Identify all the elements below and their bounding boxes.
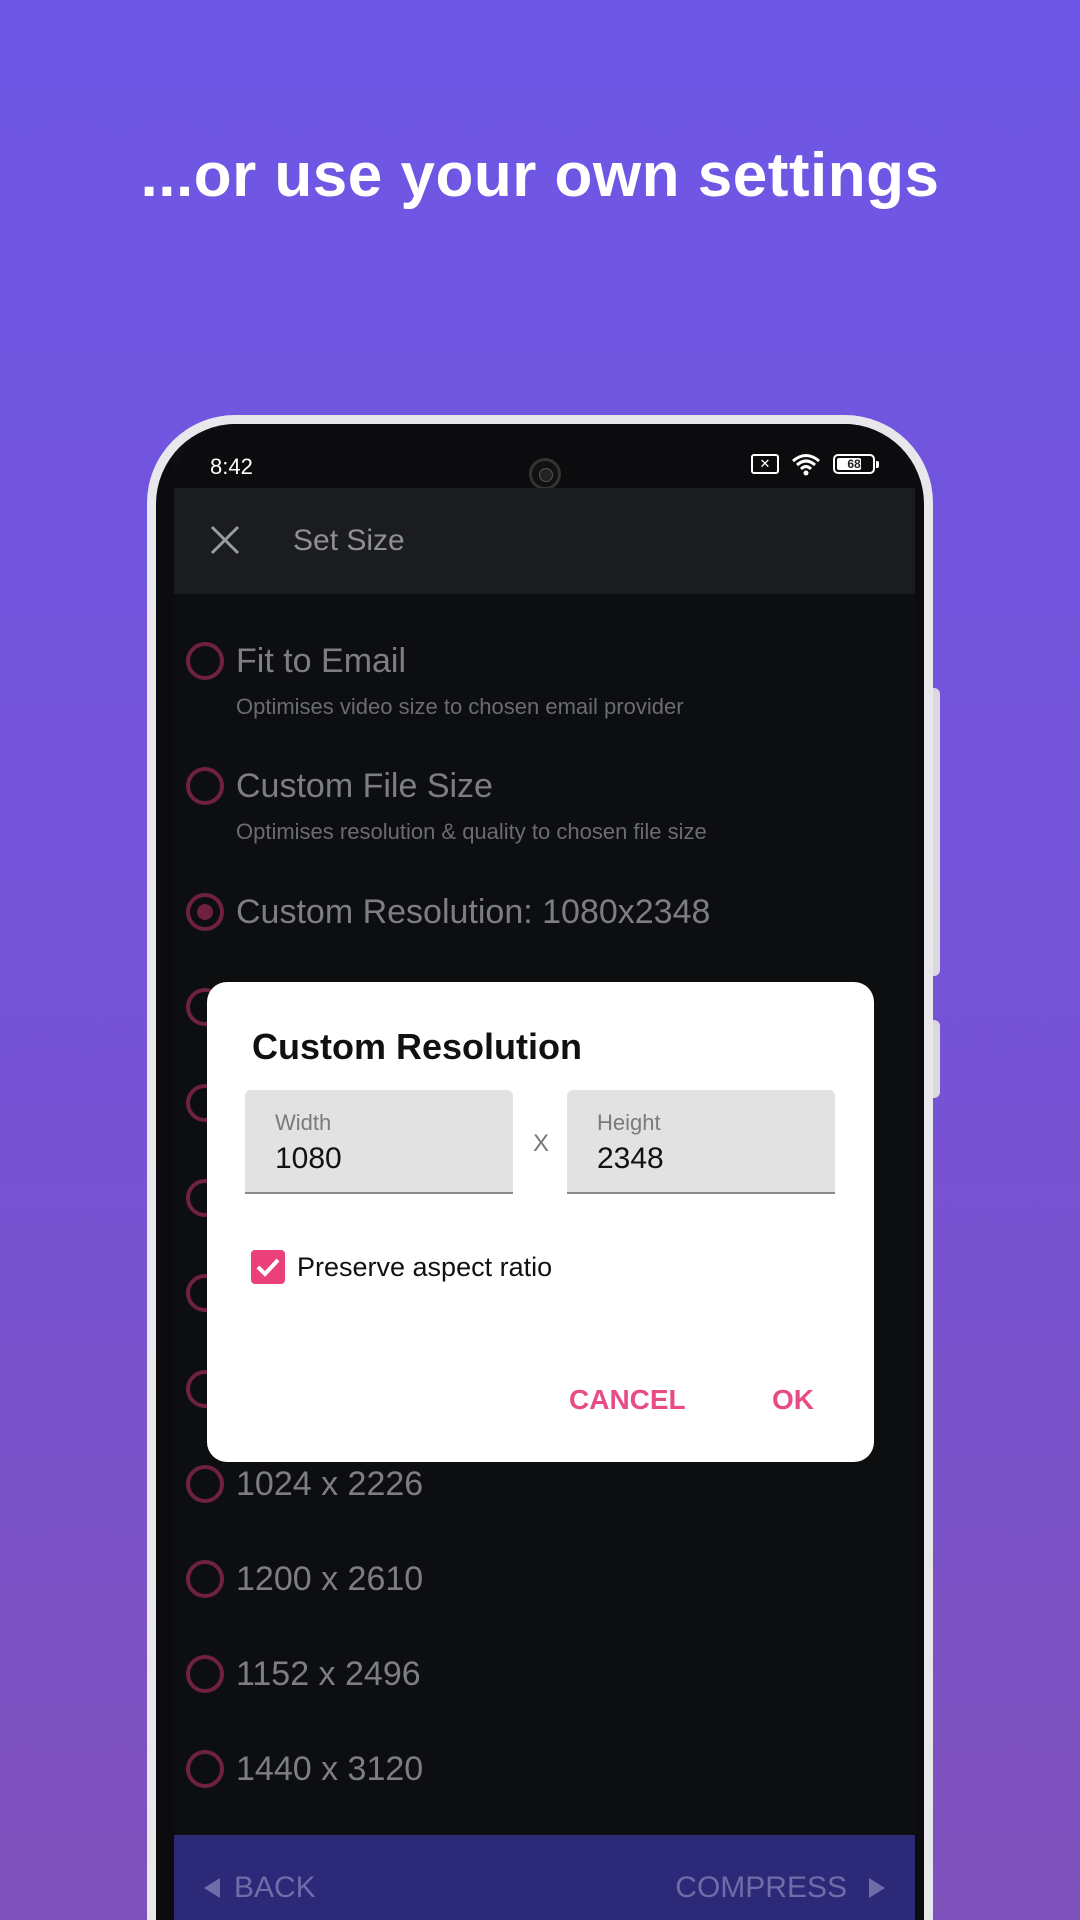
- headline: ...or use your own settings: [140, 141, 940, 210]
- custom-resolution-dialog: Custom Resolution Width 1080 X Height 23…: [207, 982, 874, 1462]
- ok-button[interactable]: OK: [772, 1384, 814, 1416]
- height-label: Height: [597, 1110, 661, 1135]
- option-resolution[interactable]: 1152 x 2496: [174, 1655, 915, 1715]
- preserve-aspect-checkbox[interactable]: [251, 1250, 285, 1284]
- option-title: Custom Resolution: 1080x2348: [236, 893, 711, 931]
- option-title: 1024 x 2226: [236, 1465, 424, 1503]
- status-time: 8:42: [210, 454, 253, 479]
- radio-resolution[interactable]: [186, 1655, 224, 1693]
- back-button[interactable]: BACK: [204, 1871, 316, 1905]
- preserve-aspect-label: Preserve aspect ratio: [297, 1252, 553, 1282]
- option-resolution[interactable]: 1024 x 2226: [174, 1465, 915, 1525]
- compress-label: COMPRESS: [675, 1871, 847, 1904]
- close-icon[interactable]: [208, 523, 242, 557]
- radio-custom-file-size[interactable]: [186, 767, 224, 805]
- status-icons: ✕ 68: [751, 452, 879, 476]
- radio-resolution[interactable]: [186, 1465, 224, 1503]
- status-bar: 8:42 ✕ 68: [174, 424, 915, 490]
- radio-fit-to-email[interactable]: [186, 642, 224, 680]
- width-field[interactable]: Width 1080: [245, 1090, 513, 1194]
- option-fit-to-email[interactable]: Fit to Email Optimises video size to cho…: [174, 642, 915, 742]
- option-subtitle: Optimises resolution & quality to chosen…: [236, 819, 707, 844]
- option-title: 1152 x 2496: [236, 1655, 421, 1693]
- option-subtitle: Optimises video size to chosen email pro…: [236, 694, 684, 719]
- page-title: Set Size: [293, 524, 405, 557]
- cancel-button[interactable]: CANCEL: [569, 1384, 686, 1416]
- compress-button[interactable]: COMPRESS: [675, 1871, 885, 1905]
- option-resolution[interactable]: 1440 x 3120: [174, 1750, 915, 1810]
- option-resolution[interactable]: 1200 x 2610: [174, 1560, 915, 1620]
- wifi-icon: [792, 454, 820, 476]
- radio-resolution[interactable]: [186, 1560, 224, 1598]
- back-arrow-icon: [204, 1878, 220, 1898]
- width-input[interactable]: 1080: [275, 1142, 342, 1176]
- radio-resolution[interactable]: [186, 1750, 224, 1788]
- back-label: BACK: [234, 1871, 316, 1904]
- bottom-bar: BACK COMPRESS: [174, 1835, 915, 1920]
- battery-icon: 68: [833, 454, 879, 474]
- no-sim-icon: ✕: [751, 454, 779, 474]
- front-camera: [529, 458, 561, 490]
- checkmark-icon: [256, 1258, 280, 1277]
- option-custom-file-size[interactable]: Custom File Size Optimises resolution & …: [174, 767, 915, 867]
- battery-level: 68: [847, 457, 861, 471]
- times-separator: X: [533, 1130, 550, 1157]
- option-custom-resolution[interactable]: Custom Resolution: 1080x2348: [174, 893, 915, 953]
- app-bar: Set Size: [174, 488, 915, 594]
- option-title: 1200 x 2610: [236, 1560, 424, 1598]
- dialog-title: Custom Resolution: [252, 1026, 582, 1067]
- width-label: Width: [275, 1110, 332, 1135]
- radio-custom-resolution[interactable]: [186, 893, 224, 931]
- option-title: 1440 x 3120: [236, 1750, 424, 1788]
- height-field[interactable]: Height 2348: [567, 1090, 835, 1194]
- forward-arrow-icon: [869, 1878, 885, 1898]
- option-title: Custom File Size: [236, 767, 493, 805]
- height-input[interactable]: 2348: [597, 1142, 664, 1176]
- option-title: Fit to Email: [236, 642, 407, 680]
